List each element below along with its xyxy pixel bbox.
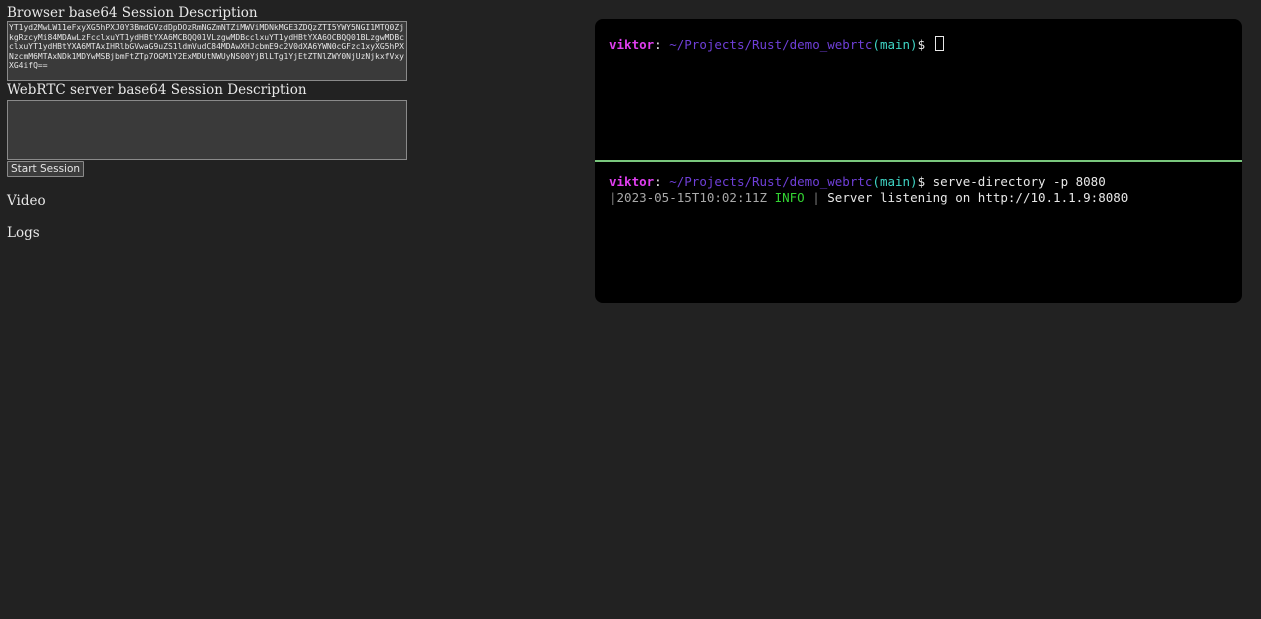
log-separator: |: [812, 190, 820, 205]
video-heading: Video: [7, 193, 46, 209]
prompt-branch: (main): [872, 174, 918, 189]
shell-command-line: viktor: ~/Projects/Rust/demo_webrtc(main…: [609, 174, 1242, 190]
prompt-dollar: $: [917, 37, 926, 52]
prompt-dollar: $: [917, 174, 926, 189]
browser-sdp-label: Browser base64 Session Description: [7, 5, 258, 21]
terminal-window[interactable]: viktor: ~/Projects/Rust/demo_webrtc(main…: [595, 19, 1242, 303]
start-session-button[interactable]: Start Session: [7, 161, 85, 177]
terminal-pane-bottom[interactable]: viktor: ~/Projects/Rust/demo_webrtc(main…: [595, 162, 1242, 303]
browser-sdp-textarea[interactable]: YT1yd2MwLW11eFxyXG5hPXJ0Y3BmdGVzdDpDOzRm…: [7, 21, 407, 81]
block-cursor-icon: [934, 36, 944, 51]
remote-sdp-label: WebRTC server base64 Session Description: [7, 82, 307, 98]
prompt-branch: (main): [872, 37, 918, 52]
webrtc-demo-page: Browser base64 Session Description YT1yd…: [7, 6, 427, 241]
logs-heading: Logs: [7, 225, 40, 241]
log-timestamp: 2023-05-15T10:02:11Z: [616, 190, 768, 205]
prompt-user: viktor: [609, 174, 655, 189]
prompt-colon: :: [654, 37, 662, 52]
prompt-path: ~/Projects/Rust/demo_webrtc: [669, 174, 873, 189]
log-level: INFO: [774, 190, 805, 205]
terminal-pane-top[interactable]: viktor: ~/Projects/Rust/demo_webrtc(main…: [595, 19, 1242, 161]
prompt-user: viktor: [609, 37, 655, 52]
server-log-line: |2023-05-15T10:02:11Z INFO | Server list…: [609, 190, 1242, 206]
shell-command: serve-directory -p 8080: [932, 174, 1106, 189]
log-pipe: |: [609, 190, 617, 205]
log-message: Server listening on http://10.1.1.9:8080: [827, 190, 1129, 205]
shell-prompt-line: viktor: ~/Projects/Rust/demo_webrtc(main…: [609, 36, 1242, 52]
remote-sdp-textarea[interactable]: [7, 100, 407, 160]
prompt-path: ~/Projects/Rust/demo_webrtc: [669, 37, 873, 52]
prompt-colon: :: [654, 174, 662, 189]
